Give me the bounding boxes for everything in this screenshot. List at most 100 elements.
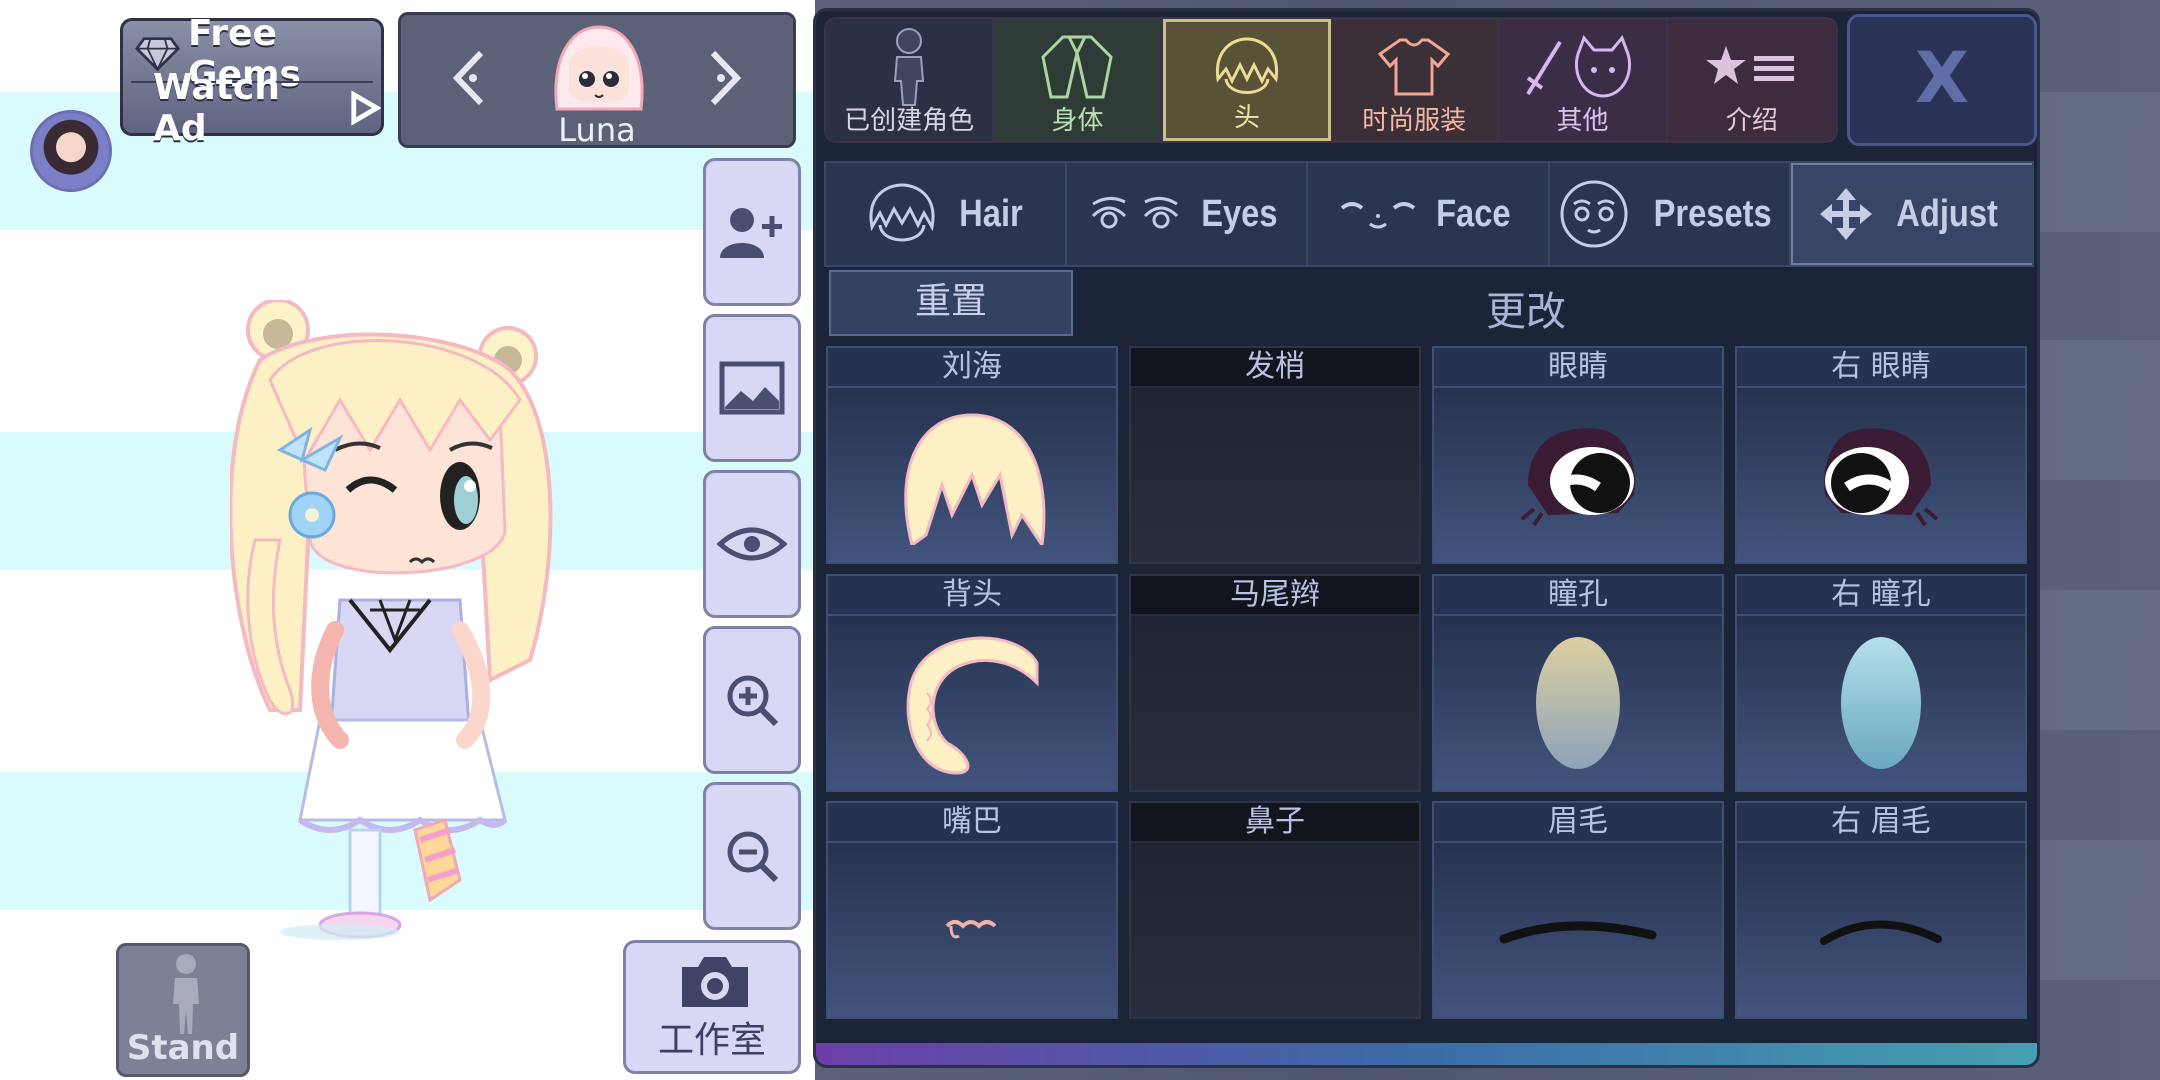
part-label: 发梢 <box>1131 348 1419 388</box>
part-label: 右 眼睛 <box>1737 348 2025 388</box>
face-icon <box>1340 202 1415 229</box>
head-subtabs: Hair Eyes Face Presets Adjust <box>824 161 2034 267</box>
pose-figure-icon <box>173 954 199 1034</box>
part-label: 背头 <box>828 576 1116 616</box>
tab-label: 已创建角色 <box>844 106 975 136</box>
play-triangle-icon <box>351 90 381 126</box>
tab-created-characters[interactable]: 已创建角色 <box>826 19 995 141</box>
background-image-icon <box>719 361 785 415</box>
add-character-icon <box>720 208 782 258</box>
subtab-face[interactable]: Face <box>1308 163 1550 265</box>
tshirt-icon <box>1377 38 1451 96</box>
part-label: 右 瞳孔 <box>1737 576 2025 616</box>
tab-label: 时尚服装 <box>1362 106 1467 136</box>
avatar[interactable] <box>30 110 112 192</box>
part-right-pupil[interactable]: 右 瞳孔 <box>1735 574 2027 792</box>
back-hair-preview <box>906 636 1039 775</box>
mouth-preview <box>945 920 997 939</box>
background-button[interactable] <box>703 314 801 462</box>
tab-label: 头 <box>1233 103 1260 133</box>
tab-label: 其他 <box>1556 106 1609 136</box>
part-bangs[interactable]: 刘海 <box>826 346 1118 564</box>
part-label: 鼻子 <box>1131 803 1419 843</box>
zoom-in-button[interactable] <box>703 626 801 774</box>
character-silhouette-icon <box>894 28 925 106</box>
reset-button[interactable]: 重置 <box>829 270 1073 336</box>
brow-right-preview <box>1820 920 1942 945</box>
hair-head-icon <box>1215 37 1278 94</box>
part-label: 右 眉毛 <box>1737 803 2025 843</box>
part-ponytail[interactable]: 马尾辫 <box>1129 574 1421 792</box>
character-name: Luna <box>558 111 636 149</box>
part-right-eyebrow[interactable]: 右 眉毛 <box>1735 801 2027 1019</box>
subtab-label: Presets <box>1653 192 1772 235</box>
pose-stand-button[interactable]: Stand <box>116 943 250 1077</box>
zoom-in-icon <box>727 675 779 727</box>
sword-cat-icon <box>1526 35 1632 98</box>
part-label: 瞳孔 <box>1434 576 1722 616</box>
tab-intro[interactable]: 介绍 <box>1667 19 1836 141</box>
tab-body[interactable]: 身体 <box>994 19 1163 141</box>
free-gems-watch-ad-button[interactable]: Free Gems Watch Ad <box>120 13 384 149</box>
subtab-adjust[interactable]: Adjust <box>1790 163 2033 265</box>
subtab-eyes[interactable]: Eyes <box>1067 163 1309 265</box>
part-label: 刘海 <box>828 348 1116 388</box>
character-scene: Free Gems Watch Ad Luna Stand 工作室 <box>0 0 815 1080</box>
part-label: 马尾辫 <box>1131 576 1419 616</box>
zoom-out-button[interactable] <box>703 782 801 930</box>
camera-icon <box>682 957 748 1007</box>
chevron-left-icon[interactable] <box>443 43 495 113</box>
pupil-yellow-preview <box>1536 637 1620 769</box>
panel-bottom-bar <box>816 1043 2037 1065</box>
change-label: 更改 <box>1486 289 1566 335</box>
character-selector: Luna <box>398 12 796 149</box>
studio-label: 工作室 <box>657 1020 766 1061</box>
eye-icon <box>717 527 787 561</box>
presets-face-icon <box>1560 180 1628 248</box>
part-label: 嘴巴 <box>828 803 1116 843</box>
close-icon: X <box>1915 37 1969 119</box>
tab-label: 介绍 <box>1725 106 1778 136</box>
watch-ad-label: Watch Ad <box>153 67 280 149</box>
tab-other[interactable]: 其他 <box>1499 19 1668 141</box>
subtab-hair[interactable]: Hair <box>826 163 1068 265</box>
pose-label: Stand <box>126 1028 240 1068</box>
star-list-icon <box>1705 46 1794 84</box>
subtab-label: Face <box>1435 192 1511 235</box>
eyes-icon <box>1092 197 1179 229</box>
close-button[interactable]: X <box>1847 14 2037 146</box>
bangs-preview <box>904 413 1046 545</box>
visibility-button[interactable] <box>703 470 801 618</box>
eye-right-preview <box>1824 428 1939 527</box>
part-pupil[interactable]: 瞳孔 <box>1432 574 1724 792</box>
part-eyebrow[interactable]: 眉毛 <box>1432 801 1724 1019</box>
part-hair-tips[interactable]: 发梢 <box>1129 346 1421 564</box>
pupil-blue-preview <box>1841 637 1921 769</box>
category-tabs: 已创建角色 身体 头 时尚服装 其他 介绍 <box>824 17 1838 143</box>
character-preview <box>230 300 553 940</box>
character-head-thumbnail <box>554 25 644 111</box>
subtab-label: Eyes <box>1201 192 1278 235</box>
tab-head[interactable]: 头 <box>1162 19 1331 141</box>
subtab-label: Adjust <box>1896 192 1999 235</box>
subtab-label: Hair <box>958 192 1023 235</box>
move-arrows-icon <box>1820 188 1873 240</box>
zoom-out-icon <box>727 831 779 883</box>
subtab-presets[interactable]: Presets <box>1550 163 1791 265</box>
part-back-hair[interactable]: 背头 <box>826 574 1118 792</box>
eye-left-preview <box>1520 428 1635 527</box>
edit-panel: 已创建角色 身体 头 时尚服装 其他 介绍 X Hair Eyes Face P… <box>813 8 2040 1068</box>
tab-label: 身体 <box>1051 106 1104 136</box>
chevron-right-icon[interactable] <box>699 43 751 113</box>
studio-button[interactable]: 工作室 <box>623 940 801 1074</box>
part-eye[interactable]: 眼睛 <box>1432 346 1724 564</box>
jacket-icon <box>1041 35 1114 99</box>
brow-left-preview <box>1499 921 1657 944</box>
part-nose[interactable]: 鼻子 <box>1129 801 1421 1019</box>
part-label: 眉毛 <box>1434 803 1722 843</box>
tab-fashion[interactable]: 时尚服装 <box>1331 19 1500 141</box>
part-mouth[interactable]: 嘴巴 <box>826 801 1118 1019</box>
add-character-button[interactable] <box>703 158 801 306</box>
hair-icon <box>869 183 935 242</box>
part-right-eye[interactable]: 右 眼睛 <box>1735 346 2027 564</box>
